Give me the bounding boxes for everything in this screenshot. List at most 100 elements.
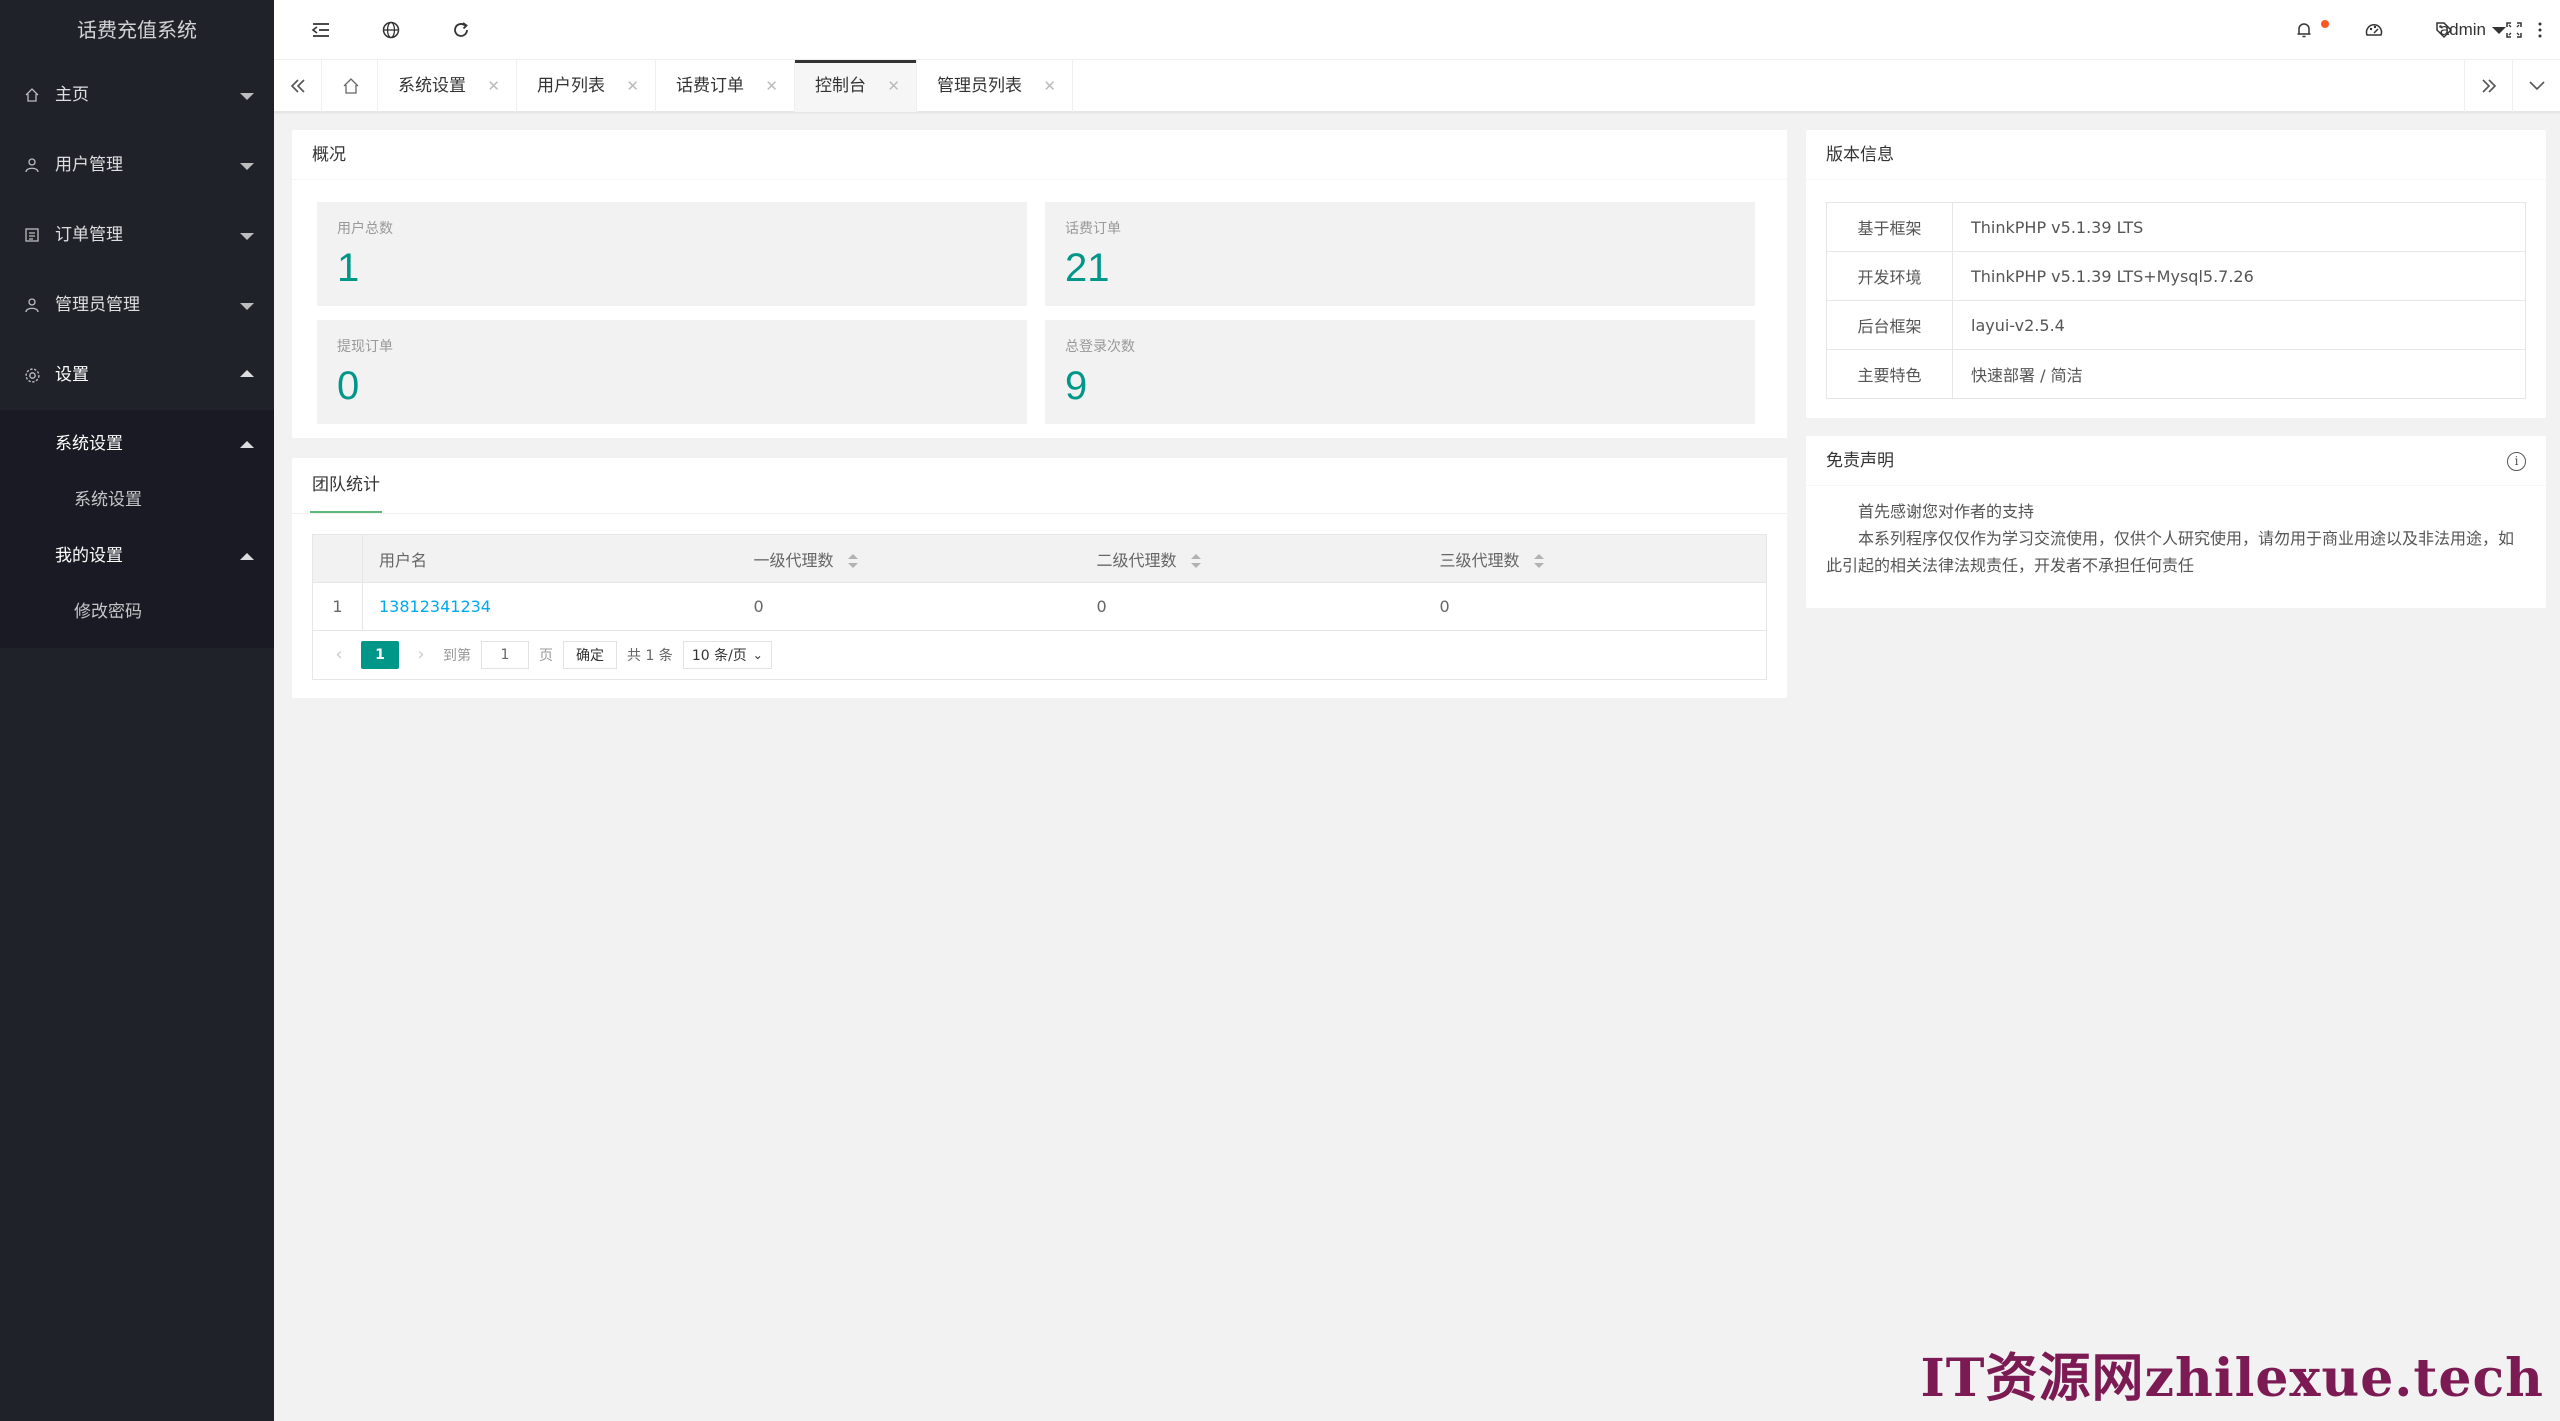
sort-icon[interactable] [1533, 554, 1544, 568]
column-header-level3[interactable]: 三级代理数 [1423, 534, 1767, 583]
column-header-level1[interactable]: 一级代理数 [737, 534, 1081, 583]
user-icon [22, 130, 42, 200]
tab-console[interactable]: 控制台 ✕ [795, 60, 917, 112]
goto-label: 到第 [443, 647, 471, 664]
stat-label: 提现订单 [337, 339, 393, 355]
value-cell: ThinkPHP v5.1.39 LTS [1952, 202, 2526, 252]
close-icon[interactable]: ✕ [887, 60, 900, 112]
stat-label: 用户总数 [337, 221, 393, 237]
sidebar-item-label: 用户管理 [55, 155, 123, 175]
stat-total-logins[interactable]: 总登录次数 9 [1045, 320, 1755, 424]
submenu-item-change-password[interactable]: 修改密码 [0, 584, 274, 640]
tab-home[interactable] [322, 60, 378, 112]
submenu-label: 系统设置 [55, 434, 123, 454]
tab-user-list[interactable]: 用户列表 ✕ [517, 60, 656, 112]
column-label: 二级代理数 [1096, 550, 1177, 570]
tab-label: 管理员列表 [937, 76, 1022, 96]
bell-icon[interactable] [2284, 0, 2324, 60]
sidebar-item-order-management[interactable]: 订单管理 [0, 200, 274, 270]
tabs-scroll-right-icon[interactable] [2464, 60, 2512, 112]
disclaimer-title: 免责声明 [1826, 451, 1894, 471]
menu-toggle-icon[interactable] [296, 0, 346, 60]
username-cell: 13812341234 [362, 582, 738, 631]
submenu-system-settings[interactable]: 系统设置 [0, 416, 274, 472]
per-page-value: 10 条/页 [691, 647, 747, 664]
page-unit-label: 页 [539, 647, 553, 664]
per-page-select[interactable]: 10 条/页 ⌄ [682, 640, 772, 669]
sidebar-item-label: 设置 [55, 365, 89, 385]
pagination: ‹ 1 › 到第 1 页 确定 共 1 条 10 条/页 ⌄ [312, 630, 1767, 680]
app-logo-title: 话费充值系统 [77, 18, 197, 42]
row-index: 1 [312, 582, 363, 631]
level3-cell: 0 [1423, 582, 1767, 631]
next-page-icon[interactable]: › [409, 641, 433, 669]
close-icon[interactable]: ✕ [487, 60, 500, 112]
more-icon[interactable] [2520, 0, 2560, 60]
key-cell: 开发环境 [1826, 251, 1953, 301]
close-icon[interactable]: ✕ [765, 60, 778, 112]
tab-admin-list[interactable]: 管理员列表 ✕ [917, 60, 1073, 112]
close-icon[interactable]: ✕ [626, 60, 639, 112]
sort-icon[interactable] [847, 554, 858, 568]
watermark-text: IT资源网zhilexue.tech [1920, 1348, 2544, 1409]
sidebar-item-home[interactable]: 主页 [0, 60, 274, 130]
refresh-icon[interactable] [436, 0, 486, 60]
sidebar-item-settings[interactable]: 设置 [0, 340, 274, 410]
submenu-my-settings[interactable]: 我的设置 [0, 528, 274, 584]
disclaimer-card: 免责声明 i 首先感谢您对作者的支持 本系列程序仅仅作为学习交流使用，仅供个人研… [1806, 436, 2546, 608]
column-label: 三级代理数 [1439, 550, 1520, 570]
sidebar-item-label: 订单管理 [55, 225, 123, 245]
sidebar-menu: 主页 用户管理 订单管理 管理员管理 设置 [0, 60, 274, 410]
user-menu[interactable]: admin [2440, 0, 2506, 60]
globe-icon[interactable] [366, 0, 416, 60]
stat-total-users[interactable]: 用户总数 1 [317, 202, 1027, 306]
sidebar-item-label: 管理员管理 [55, 295, 140, 315]
stat-withdraw-orders[interactable]: 提现订单 0 [317, 320, 1027, 424]
username-link[interactable]: 13812341234 [379, 597, 491, 616]
overview-title: 概况 [292, 130, 1787, 180]
tabs-dropdown-icon[interactable] [2512, 60, 2560, 112]
stat-label: 总登录次数 [1065, 339, 1135, 355]
tabs-scroll-left-icon[interactable] [274, 60, 322, 112]
value-cell: layui-v2.5.4 [1952, 300, 2526, 350]
theme-icon[interactable] [2354, 0, 2394, 60]
level2-cell: 0 [1080, 582, 1424, 631]
submenu-item-system-settings[interactable]: 系统设置 [0, 472, 274, 528]
tab-team-stats[interactable]: 团队统计 [310, 458, 382, 513]
stat-label: 话费订单 [1065, 221, 1121, 237]
stat-value: 9 [1065, 364, 1088, 408]
column-header-level2[interactable]: 二级代理数 [1080, 534, 1424, 583]
home-icon [343, 78, 359, 94]
chevron-down-icon: ⌄ [752, 647, 763, 662]
confirm-button[interactable]: 确定 [563, 640, 617, 669]
team-stats-card: 团队统计 用户名 一级代理数 二级代理数 三级代理数 1 13812341234… [292, 458, 1787, 698]
tab-recharge-orders[interactable]: 话费订单 ✕ [656, 60, 795, 112]
tab-label: 控制台 [815, 76, 866, 96]
disclaimer-paragraph: 首先感谢您对作者的支持 [1858, 502, 2035, 521]
stat-value: 0 [337, 364, 360, 408]
top-header: admin [274, 0, 2560, 60]
info-icon[interactable]: i [2507, 452, 2526, 471]
value-cell: 快速部署 / 简洁 [1952, 349, 2526, 399]
stat-recharge-orders[interactable]: 话费订单 21 [1045, 202, 1755, 306]
tab-label: 系统设置 [398, 76, 466, 96]
prev-page-icon[interactable]: ‹ [327, 641, 351, 669]
sidebar-item-admin-management[interactable]: 管理员管理 [0, 270, 274, 340]
sidebar: 话费充值系统 主页 用户管理 订单管理 管理员管理 设置 系统设置 系统设置 我… [0, 0, 274, 1421]
table-row: 1 13812341234 0 0 0 [312, 582, 1767, 631]
page-tabs: 系统设置 ✕ 用户列表 ✕ 话费订单 ✕ 控制台 ✕ 管理员列表 ✕ [274, 60, 2560, 112]
version-table: 基于框架 ThinkPHP v5.1.39 LTS 开发环境 ThinkPHP v5… [1826, 202, 2526, 399]
sidebar-item-user-management[interactable]: 用户管理 [0, 130, 274, 200]
chevron-up-icon [240, 370, 254, 377]
page-current[interactable]: 1 [361, 640, 399, 669]
key-cell: 基于框架 [1826, 202, 1953, 252]
stat-value: 21 [1065, 246, 1110, 290]
close-icon[interactable]: ✕ [1043, 60, 1056, 112]
sort-icon[interactable] [1190, 554, 1201, 568]
page-jump-input[interactable]: 1 [481, 640, 529, 669]
tab-system-settings[interactable]: 系统设置 ✕ [378, 60, 517, 112]
notification-dot [2321, 20, 2329, 28]
sidebar-item-label: 主页 [55, 85, 89, 105]
key-cell: 后台框架 [1826, 300, 1953, 350]
version-title: 版本信息 [1806, 130, 2546, 180]
